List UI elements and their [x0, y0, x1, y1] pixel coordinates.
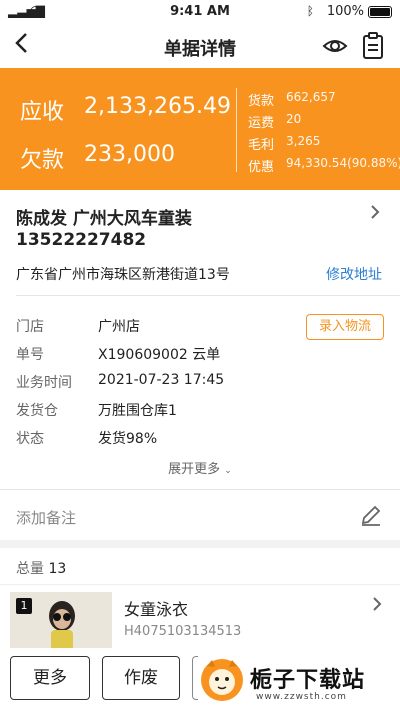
- store-label: 门店: [16, 319, 44, 335]
- eye-icon[interactable]: [322, 34, 348, 58]
- owed-value: 233,000: [84, 142, 175, 167]
- gross-profit-value: 3,265: [286, 134, 321, 148]
- business-time-value: 2021-07-23 17:45: [98, 372, 225, 388]
- chevron-right-icon[interactable]: [370, 204, 380, 225]
- discount-label: 优惠: [248, 160, 275, 175]
- customer-name: 陈成发 广州大风车童装: [16, 209, 192, 229]
- product-name: 女童泳衣: [124, 600, 189, 619]
- owed-label: 欠款: [20, 148, 65, 173]
- shipping-fee-value: 20: [286, 112, 302, 126]
- expand-more-label: 展开更多: [168, 462, 221, 477]
- order-number-label: 单号: [16, 347, 44, 363]
- remark-row[interactable]: 添加备注: [0, 490, 400, 540]
- edit-address-link[interactable]: 修改地址: [326, 264, 382, 284]
- total-quantity: 总量 13: [16, 558, 66, 578]
- customer-address: 广东省广州市海珠区新港街道13号: [16, 267, 230, 283]
- product-code: H4075103134513: [124, 624, 242, 639]
- receivable-label: 应收: [20, 100, 65, 125]
- customer-card[interactable]: 陈成发 广州大风车童装 13522227482 广东省广州市海珠区新港街道13号…: [0, 190, 400, 296]
- status-value: 发货98%: [98, 431, 158, 447]
- lion-logo-icon: [198, 656, 246, 704]
- business-time-label: 业务时间: [16, 375, 72, 391]
- status-bar: ▂▃▅▇ ◠ 9:41 AM ᛒ 100%: [0, 0, 400, 24]
- order-info-section: 门店 广州店 录入物流 单号 X190609002 云单 业务时间 2021-0…: [0, 296, 400, 490]
- chevron-right-icon[interactable]: [372, 596, 382, 617]
- enter-logistics-button[interactable]: 录入物流: [306, 314, 384, 340]
- receivable-value: 2,133,265.49: [84, 94, 231, 119]
- watermark: 栀子下载站 www.zzwsth.com: [198, 650, 400, 711]
- warehouse-label: 发货仓: [16, 403, 58, 419]
- product-thumbnail[interactable]: 1: [10, 592, 112, 652]
- total-quantity-value: 13: [48, 561, 67, 577]
- watermark-url: www.zzwsth.com: [256, 692, 347, 702]
- battery-percent: 100%: [326, 4, 364, 19]
- watermark-text: 栀子下载站: [250, 668, 366, 693]
- product-index-badge: 1: [16, 598, 32, 614]
- bluetooth-icon: ᛒ: [306, 4, 314, 18]
- gross-profit-label: 毛利: [248, 138, 275, 153]
- warehouse-value: 万胜围仓库1: [98, 403, 177, 419]
- goods-amount-value: 662,657: [286, 90, 336, 104]
- store-value: 广州店: [98, 319, 140, 335]
- chevron-down-icon: ⌄: [224, 466, 232, 476]
- total-quantity-label: 总量: [16, 561, 44, 577]
- nav-bar: 单据详情: [0, 24, 400, 68]
- shipping-fee-label: 运费: [248, 116, 275, 131]
- clipboard-icon[interactable]: [362, 32, 384, 60]
- discount-value: 94,330.54(90.88%): [286, 156, 400, 170]
- battery-icon: [368, 6, 392, 18]
- divider: [0, 584, 400, 585]
- more-button[interactable]: 更多: [10, 656, 90, 700]
- amount-summary-banner: 应收 2,133,265.49 欠款 233,000 货款 662,657 运费…: [0, 68, 400, 190]
- banner-divider: [236, 88, 237, 172]
- customer-phone: 13522227482: [16, 230, 147, 250]
- pencil-icon[interactable]: [360, 504, 382, 526]
- void-button[interactable]: 作废: [102, 656, 180, 700]
- order-number-value: X190609002 云单: [98, 347, 221, 363]
- expand-more-button[interactable]: 展开更多 ⌄: [0, 458, 400, 477]
- goods-amount-label: 货款: [248, 94, 275, 109]
- status-label: 状态: [16, 431, 44, 447]
- add-remark-placeholder: 添加备注: [16, 509, 77, 527]
